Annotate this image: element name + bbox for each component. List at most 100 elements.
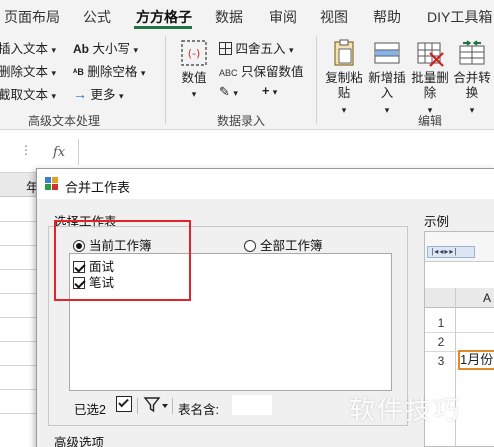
ribbon-tab-bar: 页面布局 公式 方方格子 数据 审阅 视图 帮助 DIY工具箱 [0, 0, 494, 30]
extract-text-button[interactable]: 截取文本 ▾ [0, 84, 56, 103]
delete-text-label: 删除文本 [0, 65, 49, 79]
highlight-box [54, 220, 191, 301]
radio-all-label: 全部工作簿 [260, 239, 323, 253]
sheet-gridline [0, 245, 40, 246]
data-entry-group-label: 数据录入 [217, 114, 266, 128]
group-separator [316, 36, 317, 124]
preview-col-a: A [483, 291, 492, 305]
sheet-gridline [0, 341, 40, 342]
select-all-checkbox[interactable] [116, 396, 132, 412]
preview-cell-text: 1月份 [460, 352, 494, 367]
clipboard-icon [329, 38, 359, 68]
plus-label: + [262, 84, 270, 98]
dialog-title: 合并工作表 [65, 180, 131, 195]
advanced-options-label: 高级选项 [54, 436, 105, 447]
copy-paste-button[interactable]: 复制粘贴 ▾ [324, 38, 364, 118]
delete-spaces-label: 删除空格 [87, 65, 138, 79]
advanced-text-group-label: 高级文本处理 [28, 114, 101, 128]
sheet-area: 年 [0, 173, 40, 447]
fill-button[interactable]: ✎ ▾ [219, 84, 238, 100]
preview-cell: 1月份 [458, 350, 494, 370]
more-label: 更多 [90, 88, 116, 102]
insert-rows-icon [372, 38, 402, 68]
sheet-gridline [0, 413, 40, 414]
filter-icon [143, 397, 168, 413]
tab-view[interactable]: 视图 [320, 7, 348, 27]
edit-cell-icon: ✎ [219, 84, 230, 99]
delete-text-button[interactable]: 删除文本 ▾ [0, 61, 56, 80]
formula-bar-divider [78, 139, 79, 165]
group-separator [165, 36, 166, 124]
dots-icon: ⋮ [20, 143, 32, 157]
arrow-right-icon: → [73, 86, 87, 102]
merge-convert-label: 合并转换 [453, 71, 491, 100]
preview-gridline [425, 332, 494, 333]
sheet-gridline [0, 365, 40, 366]
sheet-gridline [0, 317, 40, 318]
tab-diy-toolbox[interactable]: DIY工具箱 [427, 7, 492, 27]
round-button[interactable]: 四舍五入 ▾ [219, 38, 294, 57]
formula-bar: ⋮ fx [0, 131, 494, 173]
column-header: 年 [0, 173, 40, 197]
plus-button[interactable]: + ▾ [262, 84, 277, 98]
insert-label: 新增插入 [368, 71, 406, 100]
dialog-title-bar[interactable]: 合并工作表 [37, 169, 494, 199]
insert-text-label: 插入文本 [0, 42, 49, 56]
preview-sheet-nav: |◂◂▸▸| [427, 246, 475, 258]
radio-unselected-icon [244, 240, 256, 252]
active-tab-indicator [134, 26, 192, 29]
preview-row-number: 2 [437, 335, 445, 349]
fx-icon[interactable]: fx [53, 145, 65, 160]
preview-label: 示例 [424, 215, 450, 229]
numeric-label: 数值 [181, 71, 207, 85]
preview-row-number: 1 [437, 316, 445, 330]
batch-delete-button[interactable]: 批量删除 ▾ [410, 38, 450, 118]
watermark: 软件技巧 [349, 396, 462, 426]
delete-grid-icon [415, 38, 445, 68]
sheet-gridline [0, 269, 40, 270]
table-name-input[interactable] [232, 395, 272, 415]
case-label: 大小写 [92, 42, 130, 56]
numeric-icon: (-) [179, 38, 209, 68]
check-icon [118, 396, 129, 408]
case-button[interactable]: Ab 大小写 ▾ [73, 38, 138, 57]
tab-review[interactable]: 审阅 [269, 7, 297, 27]
toolbar-divider [172, 398, 173, 414]
table-name-label: 表名含: [178, 403, 219, 417]
tab-page-layout[interactable]: 页面布局 [4, 7, 60, 27]
tab-fangfang[interactable]: 方方格子 [136, 7, 192, 27]
svg-text:(-): (-) [188, 47, 201, 60]
sheet-gridline [0, 293, 40, 294]
round-label: 四舍五入 [235, 42, 286, 56]
case-icon: Ab [73, 42, 89, 56]
preview-row-number: 3 [437, 354, 445, 368]
ribbon: 插入文本 ▾ 删除文本 ▾ 截取文本 ▾ Ab 大小写 ▾ ᴬB 删除空格 ▾ … [0, 30, 494, 130]
insert-text-button[interactable]: 插入文本 ▾ [0, 38, 56, 57]
edit-group-label: 编辑 [418, 114, 443, 128]
sheet-gridline [0, 221, 40, 222]
selected-count: 已选2 [74, 403, 106, 417]
tab-data[interactable]: 数据 [215, 7, 243, 27]
extract-text-label: 截取文本 [0, 88, 49, 102]
delete-spaces-icon: ᴬB [73, 67, 84, 77]
sheet-gridline [0, 389, 40, 390]
preview-column-header: A [425, 288, 494, 308]
toolbar-divider [137, 398, 138, 414]
filter-button[interactable] [143, 396, 169, 417]
radio-all-workbooks[interactable]: 全部工作簿 [244, 235, 323, 254]
more-button[interactable]: → 更多 ▾ [73, 84, 124, 103]
numeric-button[interactable]: (-) 数值 ▾ [176, 38, 212, 102]
merge-convert-button[interactable]: 合并转换 ▾ [452, 38, 492, 118]
dialog-app-icon [45, 177, 58, 190]
keep-values-button[interactable]: ABC 只保留数值 [219, 61, 304, 80]
insert-button[interactable]: 新增插入 ▾ [367, 38, 407, 118]
abc-icon: ABC [219, 68, 238, 78]
batch-delete-label: 批量删除 [411, 71, 449, 100]
tab-help[interactable]: 帮助 [373, 7, 401, 27]
tab-formulas[interactable]: 公式 [83, 7, 111, 27]
round-icon [219, 42, 232, 55]
merge-icon [457, 38, 487, 68]
keep-values-label: 只保留数值 [241, 65, 304, 79]
delete-spaces-button[interactable]: ᴬB 删除空格 ▾ [73, 61, 145, 80]
copy-paste-label: 复制粘贴 [325, 71, 363, 100]
